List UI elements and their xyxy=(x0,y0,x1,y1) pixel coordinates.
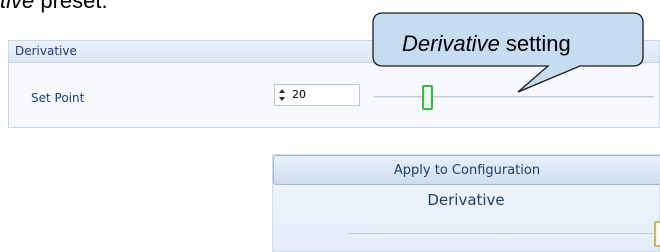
setpoint-spinbox[interactable]: 20 xyxy=(274,84,360,106)
derivative-slider-label: Derivative xyxy=(427,191,505,209)
caption-italic: tive xyxy=(0,0,35,13)
apply-panel: Apply to Configuration Derivative xyxy=(272,154,660,252)
caption-rest: preset. xyxy=(34,0,108,13)
callout-text: Derivative setting xyxy=(402,31,571,57)
derivative-slider-thumb[interactable] xyxy=(654,221,660,247)
apply-to-configuration-button[interactable]: Apply to Configuration xyxy=(273,155,660,185)
derivative-slider-track[interactable] xyxy=(349,233,654,236)
derivative-group-title: Derivative xyxy=(15,44,77,58)
callout-italic: Derivative xyxy=(402,31,500,56)
setpoint-label: Set Point xyxy=(31,91,85,105)
apply-button-label: Apply to Configuration xyxy=(393,163,541,178)
setpoint-value[interactable]: 20 xyxy=(292,88,306,101)
document-caption: tive preset. xyxy=(0,0,108,14)
spin-up-icon[interactable] xyxy=(279,89,285,93)
spin-arrows-icon[interactable] xyxy=(278,87,288,103)
setpoint-slider-track[interactable] xyxy=(374,96,654,99)
spin-down-icon[interactable] xyxy=(279,97,285,101)
setpoint-slider-thumb[interactable] xyxy=(422,85,433,110)
callout-rest: setting xyxy=(499,31,571,56)
